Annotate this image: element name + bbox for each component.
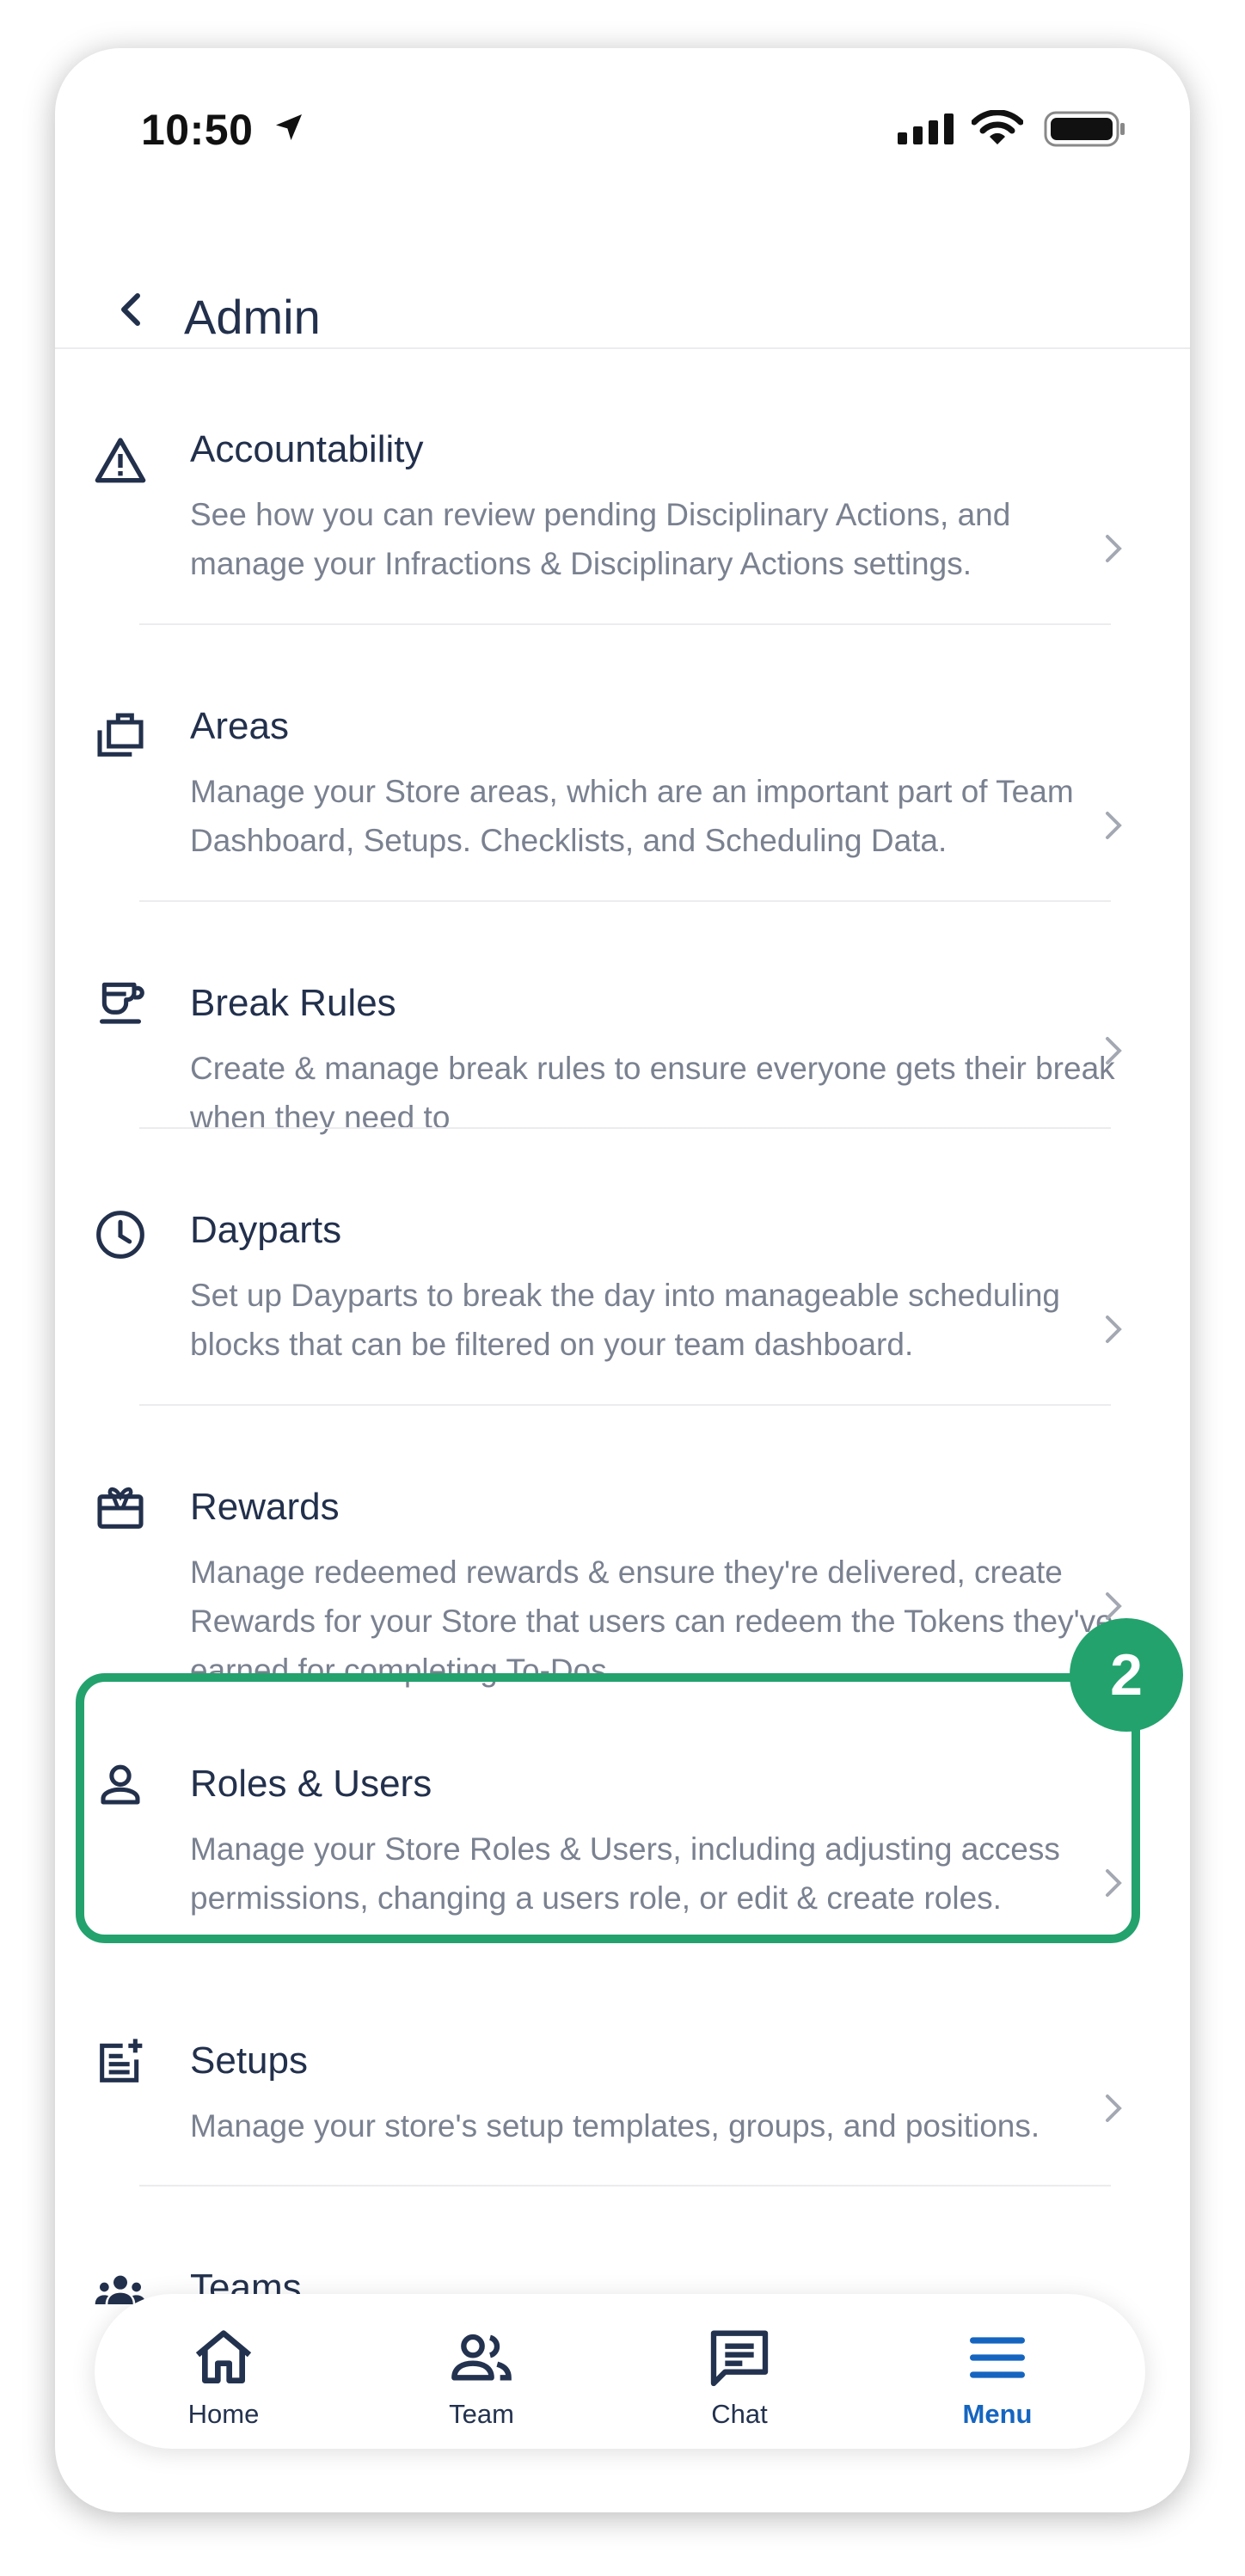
divider (139, 2185, 1111, 2187)
status-bar: 10:50 (55, 48, 1190, 160)
warning-triangle-icon (93, 433, 148, 488)
location-arrow-icon (272, 110, 306, 149)
menu-item-title: Rewards (190, 1486, 340, 1528)
tab-team[interactable]: Team (353, 2294, 610, 2449)
coffee-cup-icon (93, 977, 148, 1032)
menu-item-break-rules[interactable]: Break Rules Create & manage break rules … (55, 903, 1190, 1135)
people-icon (447, 2323, 516, 2392)
clock-icon (93, 1207, 148, 1262)
menu-item-areas[interactable]: Areas Manage your Store areas, which are… (55, 626, 1190, 902)
tab-home[interactable]: Home (95, 2294, 353, 2449)
menu-item-dayparts[interactable]: Dayparts Set up Dayparts to break the da… (55, 1130, 1190, 1406)
chevron-right-icon (1099, 2089, 1128, 2127)
admin-menu-list: Accountability See how you can review pe… (55, 349, 1190, 2318)
tab-label: Home (187, 2399, 260, 2429)
tab-label: Team (449, 2399, 514, 2429)
menu-icon (963, 2323, 1032, 2392)
menu-item-accountability[interactable]: Accountability See how you can review pe… (55, 349, 1190, 625)
divider (139, 623, 1111, 625)
menu-item-description: Manage your store's setup templates, gro… (190, 2108, 1040, 2144)
menu-item-title: Setups (190, 2039, 308, 2082)
cellular-signal-icon (898, 113, 956, 149)
divider (139, 1127, 1111, 1129)
chevron-right-icon (1099, 530, 1128, 567)
page-title: Admin (184, 290, 321, 344)
step-badge: 2 (1070, 1618, 1183, 1732)
highlight-box (76, 1673, 1140, 1943)
tab-menu[interactable]: Menu (868, 2294, 1126, 2449)
chevron-right-icon (1099, 1310, 1128, 1348)
chevron-right-icon (1099, 1032, 1128, 1070)
chat-icon (705, 2323, 774, 2392)
menu-item-title: Break Rules (190, 982, 396, 1024)
gift-card-icon (93, 1481, 148, 1536)
briefcase-icon (93, 705, 148, 760)
menu-item-description: See how you can review pending Disciplin… (190, 497, 1011, 581)
post-add-icon (93, 2034, 148, 2089)
tab-chat[interactable]: Chat (610, 2294, 868, 2449)
divider (139, 900, 1111, 902)
menu-item-title: Accountability (190, 428, 424, 470)
menu-item-setups[interactable]: Setups Manage your store's setup templat… (55, 1960, 1190, 2187)
back-button[interactable] (107, 284, 158, 335)
nav-header: Admin (55, 237, 1190, 349)
menu-item-title: Dayparts (190, 1209, 342, 1251)
wifi-icon (971, 109, 1024, 150)
status-time: 10:50 (141, 106, 254, 154)
bottom-tab-bar: Home Team Chat Menu (95, 2294, 1145, 2449)
tab-label: Chat (711, 2399, 768, 2429)
menu-item-title: Areas (190, 705, 289, 747)
menu-item-rewards[interactable]: Rewards Manage redeemed rewards & ensure… (55, 1407, 1190, 1688)
phone-screen: 10:50 Admin Accountability See how you c… (55, 48, 1190, 2512)
chevron-right-icon (1099, 807, 1128, 844)
home-icon (189, 2323, 258, 2392)
menu-item-description: Manage your Store areas, which are an im… (190, 774, 1074, 858)
battery-icon (1044, 111, 1126, 151)
divider (139, 1404, 1111, 1406)
menu-item-description: Set up Dayparts to break the day into ma… (190, 1278, 1060, 1362)
tab-label: Menu (962, 2399, 1033, 2429)
